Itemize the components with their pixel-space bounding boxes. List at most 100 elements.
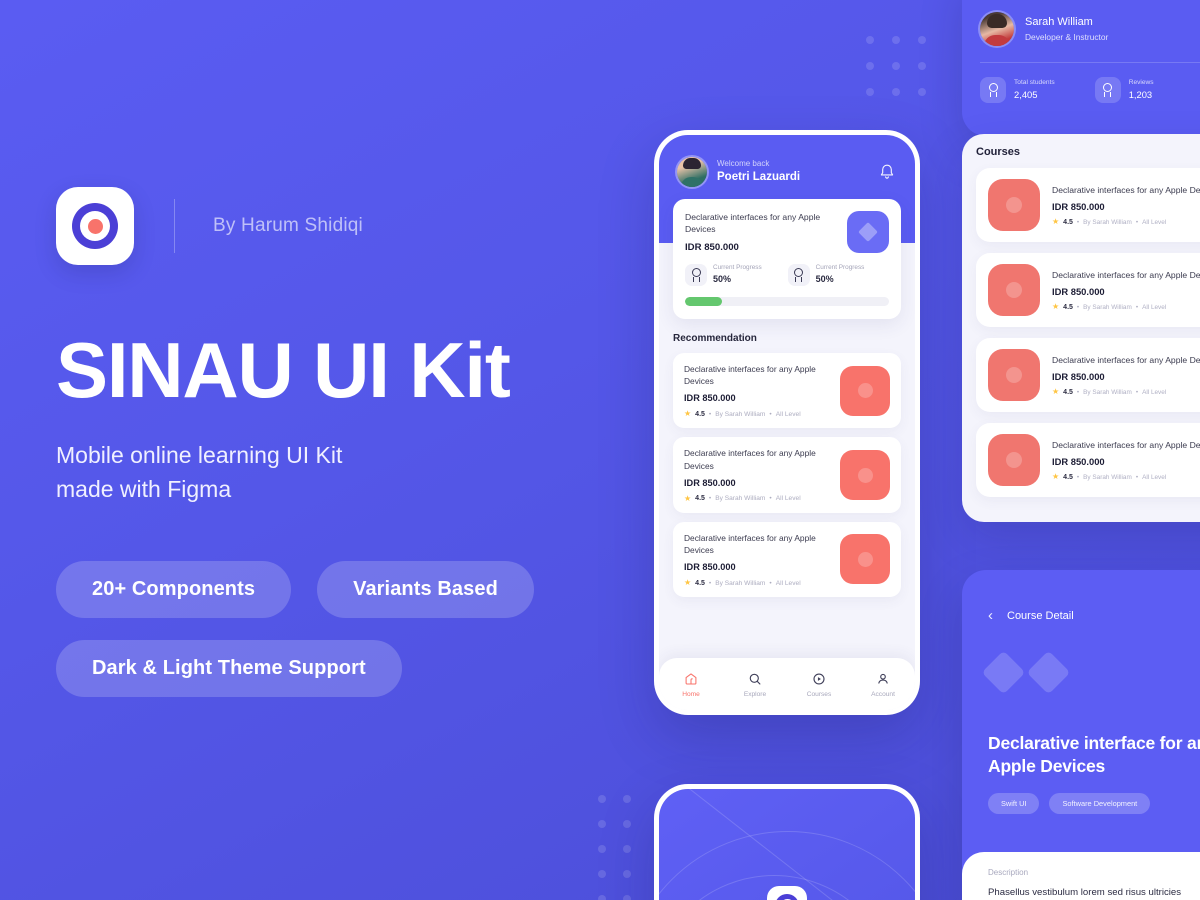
table-row[interactable]: Declarative interfaces for any Apple Dev… <box>976 253 1200 327</box>
course-price: IDR 850.000 <box>1052 201 1105 213</box>
phone-screen-splash <box>659 789 915 900</box>
course-level: All Level <box>1142 218 1167 226</box>
course-headline: Declarative interface for any Apple Devi… <box>988 733 1200 776</box>
author-byline: By Harum Shidiqi <box>213 215 363 236</box>
course-level: All Level <box>775 410 801 418</box>
avatar[interactable] <box>677 157 707 187</box>
progress-stat-value: 50% <box>713 274 732 285</box>
current-course-card[interactable]: Declarative interfaces for any Apple Dev… <box>673 199 901 319</box>
hero-subtitle: Mobile online learning UI Kit made with … <box>56 438 616 506</box>
poster-canvas: By Harum Shidiqi SINAU UI Kit Mobile onl… <box>0 0 1200 900</box>
meta-separator: • <box>708 410 712 418</box>
tab-home[interactable]: Home <box>664 671 718 698</box>
meta-separator: • <box>769 579 772 587</box>
home-body: Declarative interfaces for any Apple Dev… <box>659 199 915 615</box>
recommendation-list: Declarative interfaces for any Apple Dev… <box>673 353 901 598</box>
course-price: IDR 850.000 <box>1052 371 1105 383</box>
course-info: Declarative interfaces for any Apple Dev… <box>1052 269 1200 312</box>
feature-pill-variants[interactable]: Variants Based <box>317 560 534 618</box>
course-meta: ★ 4.5 • By Sarah William • All Level <box>684 494 832 503</box>
course-thumbnail <box>988 179 1040 231</box>
course-price: IDR 850.000 <box>684 562 736 573</box>
greeting-block: Welcome back Poetri Lazuardi <box>717 159 879 185</box>
course-rating: 4.5 <box>695 495 705 503</box>
course-info: Declarative interfaces for any Apple Dev… <box>684 363 840 418</box>
course-tag-software-development[interactable]: Software Development <box>1049 792 1151 814</box>
feature-pill-row-2: Dark & Light Theme Support <box>56 639 616 697</box>
course-title: Declarative interfaces for any Apple Dev… <box>684 448 816 471</box>
tab-account[interactable]: Account <box>856 671 910 698</box>
user-row: Welcome back Poetri Lazuardi <box>677 157 895 187</box>
hero-subtitle-line-2: made with Figma <box>56 476 232 503</box>
hero-section: By Harum Shidiqi SINAU UI Kit Mobile onl… <box>56 186 616 719</box>
courses-panel-list: Declarative interfaces for any Apple Dev… <box>976 168 1200 497</box>
hero-subtitle-line-1: Mobile online learning UI Kit <box>56 442 343 469</box>
stat-reviews: Reviews 1,203 <box>1094 77 1154 103</box>
course-detail-hero: ‹ Course Detail Declarative interface fo… <box>962 570 1200 856</box>
course-meta: ★ 4.5 • By Sarah William • All Level <box>1052 388 1200 396</box>
dot <box>623 845 631 853</box>
course-tag-group: Swift UI Software Development <box>988 792 1200 814</box>
feature-pill-theme-support[interactable]: Dark & Light Theme Support <box>56 639 402 697</box>
progress-stat-label: Current Progress <box>713 264 762 272</box>
progress-stat-value: 50% <box>815 274 834 285</box>
tab-label: Courses <box>806 690 832 698</box>
course-level: All Level <box>775 579 801 587</box>
dot <box>623 795 631 803</box>
feature-pill-components[interactable]: 20+ Components <box>56 560 292 618</box>
avatar[interactable] <box>980 12 1014 46</box>
dot <box>892 36 900 44</box>
dot-grid-decoration-bottom-left <box>598 795 631 900</box>
tab-explore[interactable]: Explore <box>728 671 782 698</box>
instructor-info: Sarah William Developer & Instructor <box>1025 15 1108 44</box>
bell-icon[interactable] <box>879 163 895 181</box>
course-rating: 4.5 <box>695 579 705 587</box>
list-item[interactable]: Declarative interfaces for any Apple Dev… <box>673 521 901 598</box>
dot <box>623 895 631 900</box>
phone-mockup-home: Welcome back Poetri Lazuardi Declarative… <box>654 130 920 715</box>
course-price: IDR 850.000 <box>1052 456 1105 468</box>
course-meta: ★ 4.5 • By Sarah William • All Level <box>1052 303 1200 311</box>
stat-label: Total students <box>1014 79 1055 87</box>
courses-panel: Courses Total 4 Declarative interfaces f… <box>962 134 1200 522</box>
section-title-recommendation: Recommendation <box>673 333 757 344</box>
meta-separator: • <box>769 410 772 418</box>
medal-icon <box>787 264 810 286</box>
course-price: IDR 850.000 <box>684 477 736 488</box>
course-rating: 4.5 <box>695 410 705 418</box>
list-item[interactable]: Declarative interfaces for any Apple Dev… <box>673 437 901 513</box>
meta-separator: • <box>1076 303 1080 311</box>
course-thumbnail <box>988 264 1040 316</box>
course-author: By Sarah William <box>715 495 766 503</box>
bottom-tab-bar: Home Explore Courses Account <box>659 658 915 710</box>
diamond-icon <box>981 650 1026 695</box>
chevron-left-icon[interactable]: ‹ <box>988 608 993 623</box>
tab-courses[interactable]: Courses <box>792 671 846 698</box>
course-detail-panel: ‹ Course Detail Declarative interface fo… <box>962 570 1200 900</box>
course-tag-swift-ui[interactable]: Swift UI <box>988 792 1040 814</box>
dot <box>598 795 606 803</box>
table-row[interactable]: Declarative interfaces for any Apple Dev… <box>976 338 1200 412</box>
course-author: By Sarah William <box>715 410 766 418</box>
dot <box>866 36 874 44</box>
progress-stat: Current Progress 50% <box>787 264 864 286</box>
app-logo-icon <box>56 187 134 265</box>
meta-separator: • <box>1135 303 1139 311</box>
page-title: SINAU UI Kit <box>56 326 511 414</box>
dot <box>918 36 926 44</box>
diamond-icon <box>1026 650 1071 695</box>
course-meta: ★ 4.5 • By Sarah William • All Level <box>684 579 832 587</box>
dot <box>598 895 606 900</box>
table-row[interactable]: Declarative interfaces for any Apple Dev… <box>976 423 1200 497</box>
course-thumbnail <box>847 211 889 253</box>
table-row[interactable]: Declarative interfaces for any Apple Dev… <box>976 168 1200 242</box>
course-author: By Sarah William <box>715 579 766 587</box>
star-icon: ★ <box>1052 472 1060 482</box>
course-author: By Sarah William <box>1083 388 1132 396</box>
meta-separator: • <box>1076 473 1080 481</box>
course-detail-navbar: ‹ Course Detail <box>988 608 1200 623</box>
logo-core-dot <box>87 218 103 234</box>
description-label: Description <box>988 868 1029 877</box>
dot <box>892 62 900 70</box>
list-item[interactable]: Declarative interfaces for any Apple Dev… <box>673 353 901 429</box>
